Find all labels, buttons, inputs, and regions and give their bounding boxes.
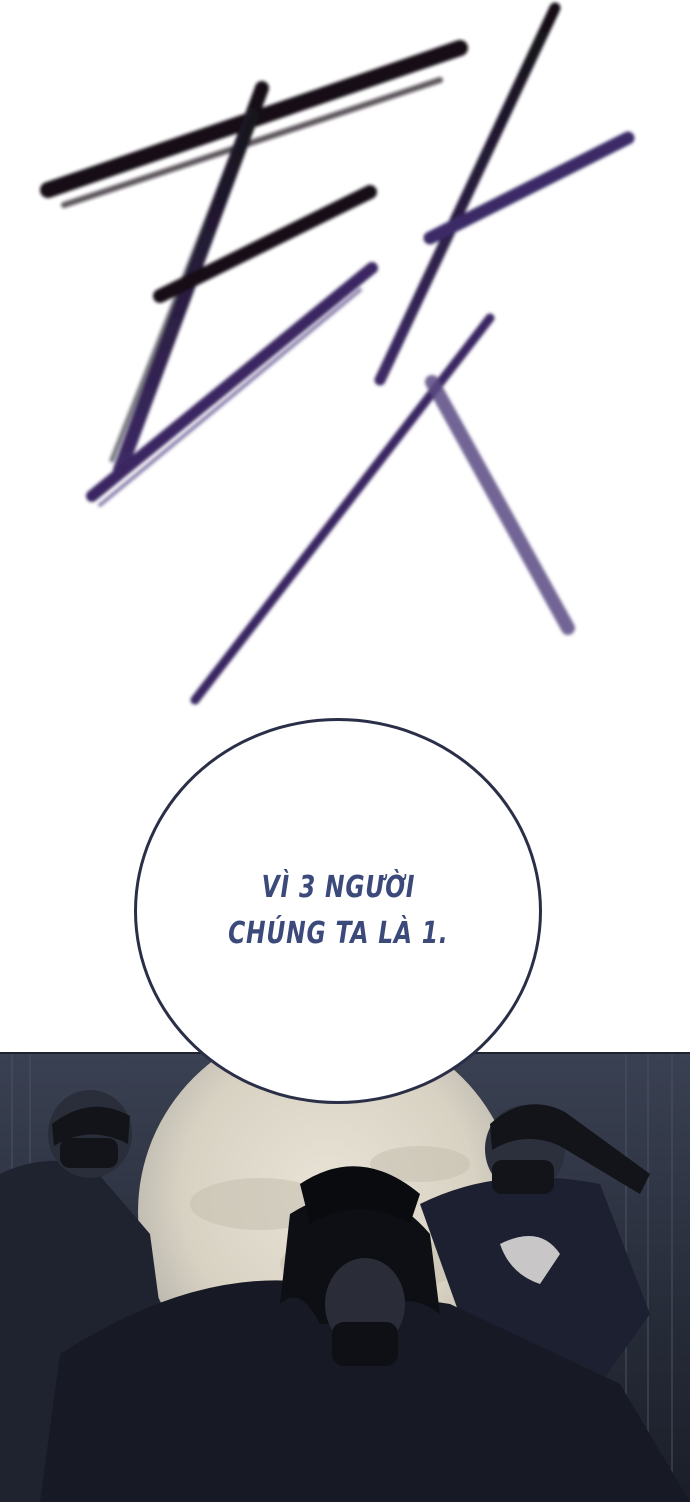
sfx-stroke-e-bottom bbox=[86, 262, 378, 502]
speech-line-2: CHÚNG TA LÀ 1. bbox=[227, 916, 449, 951]
night-scene-illustration bbox=[0, 1054, 690, 1502]
speech-bubble: VÌ 3 NGƯỜI CHÚNG TA LÀ 1. bbox=[134, 718, 542, 1104]
night-scene-panel bbox=[0, 1052, 690, 1502]
sfx-stroke-k-upper bbox=[423, 131, 635, 245]
comic-page: VÌ 3 NGƯỜI CHÚNG TA LÀ 1. bbox=[0, 0, 690, 1502]
sfx-stroke-k-leg bbox=[425, 375, 575, 635]
sfx-stroke-e-middle bbox=[153, 185, 377, 303]
speech-line-1: VÌ 3 NGƯỜI bbox=[261, 870, 415, 905]
